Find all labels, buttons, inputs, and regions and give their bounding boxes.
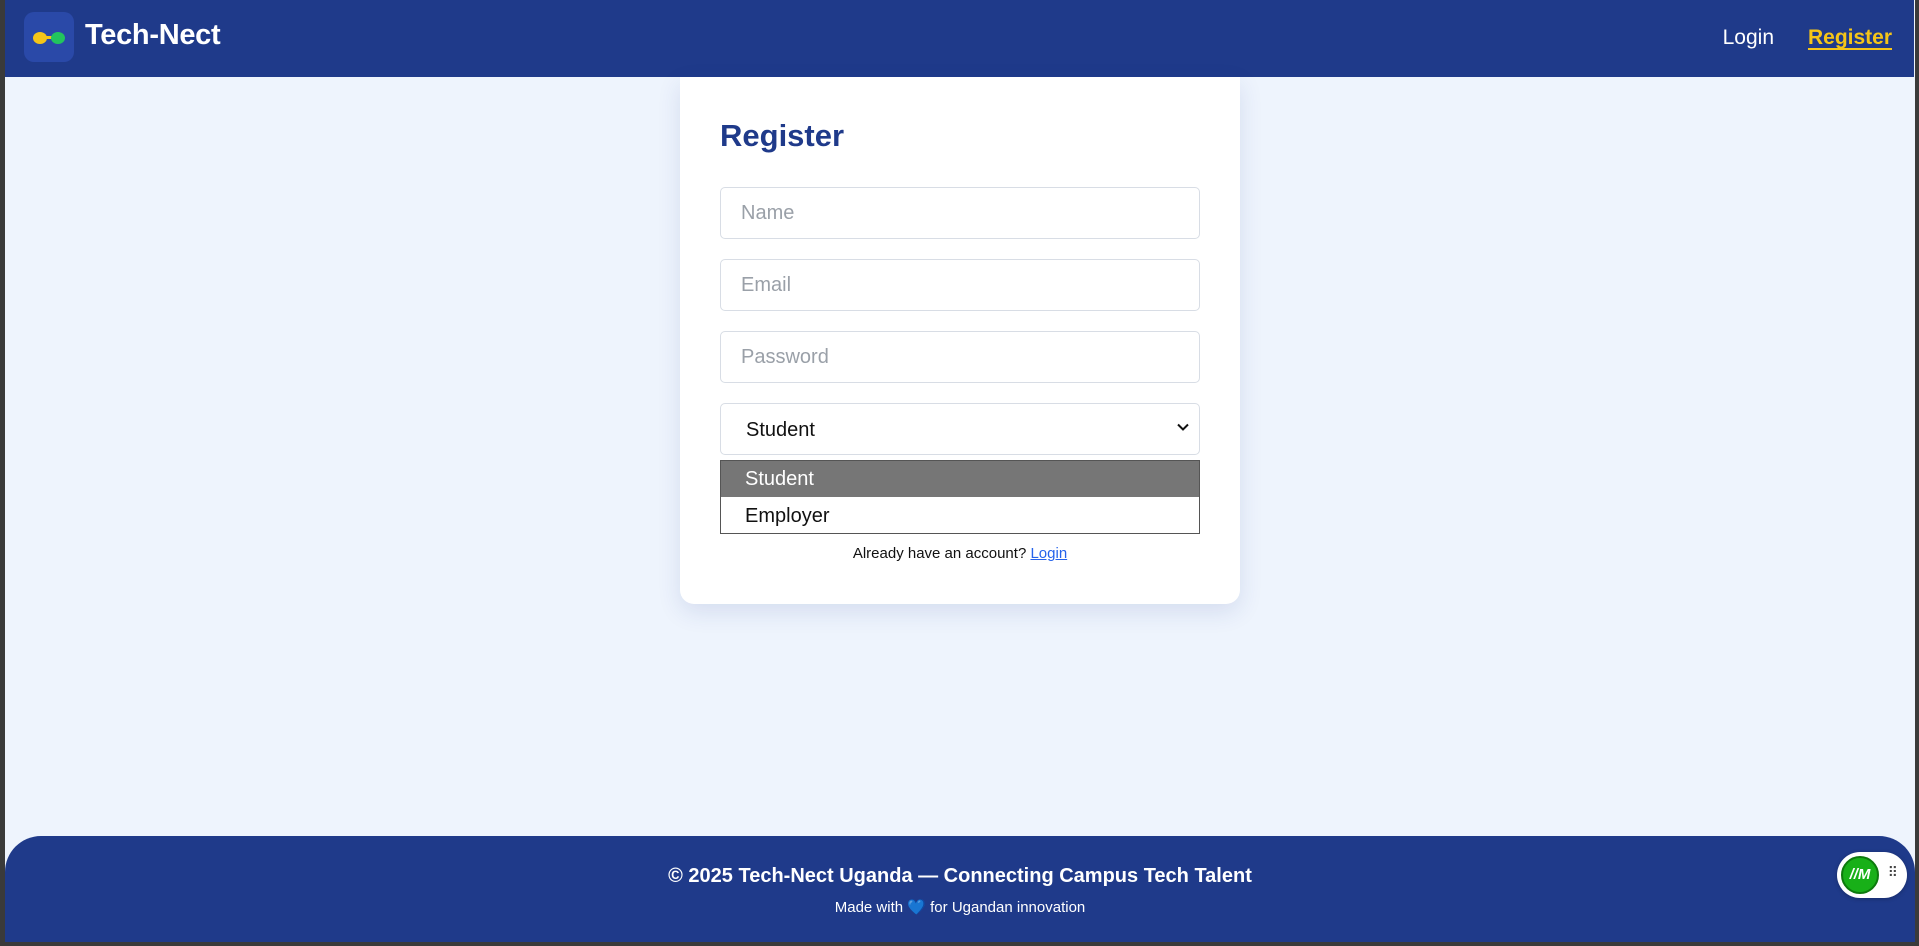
name-input[interactable] (720, 187, 1200, 239)
role-dropdown-list: Student Employer (720, 460, 1200, 534)
role-select[interactable]: Student (720, 403, 1200, 455)
page-title: Register (720, 118, 845, 153)
page: Tech-Nect Login Register Register Studen… (5, 0, 1915, 942)
role-select-value: Student (746, 419, 815, 441)
login-prompt: Already have an account? Login (680, 545, 1240, 562)
brand-name[interactable]: Tech-Nect (85, 19, 221, 52)
email-input[interactable] (720, 259, 1200, 311)
logo-yellow-dot (33, 32, 47, 44)
footer-copyright: © 2025 Tech-Nect Uganda — Connecting Cam… (668, 865, 1252, 887)
login-link[interactable]: Login (1030, 545, 1067, 562)
grip-icon[interactable]: ⠿ (1888, 865, 1898, 879)
footer-made-for: for Ugandan innovation (930, 899, 1086, 916)
nav-register-link[interactable]: Register (1808, 26, 1892, 50)
chevron-down-icon (1177, 423, 1189, 431)
login-prompt-text: Already have an account? (852, 545, 1027, 562)
role-option-employer[interactable]: Employer (721, 498, 1199, 534)
role-option-student[interactable]: Student (721, 461, 1199, 497)
footer-made-with: Made with (834, 899, 904, 916)
logo-green-dot (51, 32, 65, 44)
logo-icon[interactable] (24, 12, 74, 62)
site-footer: © 2025 Tech-Nect Uganda — Connecting Cam… (5, 836, 1915, 942)
site-header: Tech-Nect Login Register (5, 0, 1914, 77)
footer-tagline: Made with 💙 for Ugandan innovation (5, 898, 1915, 916)
floating-widget[interactable]: //M ⠿ (1837, 852, 1907, 898)
register-card: Register Student Student Employer Alread… (680, 77, 1240, 604)
widget-logo-icon[interactable]: //M (1841, 856, 1879, 894)
password-input[interactable] (720, 331, 1200, 383)
heart-icon: 💙 (907, 899, 926, 916)
nav-login-link[interactable]: Login (1723, 26, 1774, 50)
